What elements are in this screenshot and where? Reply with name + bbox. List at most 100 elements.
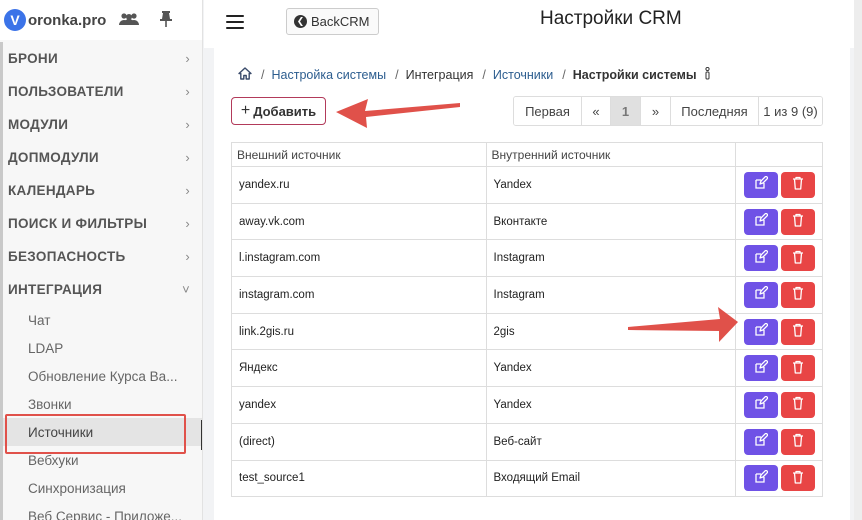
sidebar-sub-item[interactable]: Веб Сервис - Приложе... xyxy=(3,502,202,520)
table-row: test_source1 Входящий Email xyxy=(231,459,823,498)
table-row: (direct) Веб-сайт xyxy=(231,422,823,461)
breadcrumb-integration[interactable]: Интеграция xyxy=(406,68,474,82)
brand-logo: V xyxy=(4,9,26,31)
edit-icon xyxy=(754,175,769,193)
sidebar-section[interactable]: ПОИСК И ФИЛЬТРЫ › xyxy=(3,207,202,240)
delete-button[interactable] xyxy=(781,465,815,492)
edit-button[interactable] xyxy=(744,208,778,235)
edit-button[interactable] xyxy=(744,391,778,418)
delete-button[interactable] xyxy=(781,428,815,455)
delete-button[interactable] xyxy=(781,281,815,308)
table-row: away.vk.com Вконтакте xyxy=(231,202,823,241)
internal-source-cell: Веб-сайт xyxy=(485,422,737,461)
brand[interactable]: V oronka.pro xyxy=(0,0,202,40)
actions-cell xyxy=(735,386,823,424)
home-icon[interactable] xyxy=(238,67,252,83)
trash-icon xyxy=(791,176,805,193)
users-icon[interactable] xyxy=(118,12,140,29)
pin-icon[interactable] xyxy=(160,10,173,30)
delete-button[interactable] xyxy=(781,208,815,235)
chevron-icon: › xyxy=(185,84,190,99)
edit-button[interactable] xyxy=(744,465,778,492)
trash-icon xyxy=(791,433,805,450)
sidebar-section[interactable]: ДОПМОДУЛИ › xyxy=(3,141,202,174)
internal-source-cell: Instagram xyxy=(485,276,737,314)
delete-button[interactable] xyxy=(781,391,815,418)
edit-button[interactable] xyxy=(744,171,778,198)
actions-cell xyxy=(735,349,823,388)
table-header-row: Внешний источник Внутренний источник xyxy=(231,142,823,167)
sidebar-section[interactable]: БРОНИ › xyxy=(3,42,202,75)
page-last-button[interactable]: Последняя xyxy=(671,97,759,125)
sidebar-section[interactable]: ПОЛЬЗОВАТЕЛИ › xyxy=(3,75,202,108)
edit-icon xyxy=(754,359,769,377)
chevron-icon: › xyxy=(185,150,190,165)
table-row: yandex Yandex xyxy=(231,386,823,424)
sidebar-section[interactable]: МОДУЛИ › xyxy=(3,108,202,141)
page-next-button[interactable]: » xyxy=(641,97,671,125)
sidebar-section-label: БЕЗОПАСНОСТЬ xyxy=(8,249,126,264)
actions-cell xyxy=(735,166,823,204)
plus-icon: + xyxy=(240,102,251,119)
edit-icon xyxy=(754,395,769,413)
internal-source-cell: Instagram xyxy=(485,239,737,278)
sources-table: Внешний источник Внутренний источник yan… xyxy=(231,142,823,498)
sidebar-section-label: БРОНИ xyxy=(8,51,58,66)
sidebar-section-label: ПОЛЬЗОВАТЕЛИ xyxy=(8,84,124,99)
page-title: Настройки CRM xyxy=(540,8,682,29)
sidebar-sub-item[interactable]: Обновление Курса Ва... xyxy=(3,362,202,390)
internal-source-cell: Входящий Email xyxy=(485,459,737,498)
page-first-button[interactable]: Первая xyxy=(514,97,582,125)
breadcrumb-system-settings[interactable]: Настройка системы xyxy=(271,68,386,82)
edit-button[interactable] xyxy=(744,318,778,345)
edit-button[interactable] xyxy=(744,355,778,382)
edit-icon xyxy=(754,322,769,340)
topbar: ❮ BackCRM Настройки CRM xyxy=(204,0,862,48)
sidebar-sub-item[interactable]: Чат xyxy=(3,306,202,334)
sidebar-section-label: ИНТЕГРАЦИЯ xyxy=(8,282,103,297)
edit-icon xyxy=(754,285,769,303)
sidebar-section[interactable]: КАЛЕНДАРЬ › xyxy=(3,174,202,207)
table-row: Яндекс Yandex xyxy=(231,349,823,388)
col-internal-source: Внутренний источник xyxy=(485,142,737,167)
internal-source-cell: Вконтакте xyxy=(485,202,737,241)
delete-button[interactable] xyxy=(781,318,815,345)
sidebar-section[interactable]: ИНТЕГРАЦИЯ ˅ xyxy=(3,273,202,306)
sidebar-submenu-integration: Чат LDAP Обновление Курса Ва... Звонки Источ… xyxy=(0,306,202,520)
add-button[interactable]: + Добавить xyxy=(231,97,326,125)
external-source-cell: l.instagram.com xyxy=(231,239,487,278)
page-scrollbar[interactable] xyxy=(854,0,862,520)
sidebar-section-label: МОДУЛИ xyxy=(8,117,69,132)
delete-button[interactable] xyxy=(781,245,815,272)
sidebar-section-label: ПОИСК И ФИЛЬТРЫ xyxy=(8,216,148,231)
back-crm-button[interactable]: ❮ BackCRM xyxy=(286,8,379,35)
breadcrumb-current: Настройки системы xyxy=(572,68,697,82)
sidebar-sub-item[interactable]: Синхронизация xyxy=(3,474,202,502)
edit-icon xyxy=(754,469,769,487)
edit-button[interactable] xyxy=(744,281,778,308)
edit-button[interactable] xyxy=(744,245,778,272)
edit-button[interactable] xyxy=(744,428,778,455)
add-button-label: Добавить xyxy=(253,103,317,119)
trash-icon xyxy=(791,213,805,230)
trash-icon xyxy=(791,286,805,303)
edit-icon xyxy=(754,432,769,450)
actions-cell xyxy=(735,276,823,314)
menu-toggle-icon[interactable] xyxy=(226,15,244,29)
page-current[interactable]: 1 xyxy=(611,97,641,125)
info-icon[interactable] xyxy=(704,66,711,83)
breadcrumb-sources[interactable]: Источники xyxy=(493,68,553,82)
external-source-cell: (direct) xyxy=(231,422,487,461)
chevron-icon: › xyxy=(185,249,190,264)
actions-cell xyxy=(735,459,823,498)
page-info: 1 из 9 (9) xyxy=(759,97,822,125)
breadcrumb: / Настройка системы / Интеграция / Источ… xyxy=(238,66,711,83)
delete-button[interactable] xyxy=(781,355,815,382)
delete-button[interactable] xyxy=(781,171,815,198)
edit-icon xyxy=(754,249,769,267)
sidebar-sub-item[interactable]: LDAP xyxy=(3,334,202,362)
external-source-cell: test_source1 xyxy=(231,459,487,498)
internal-source-cell: 2gis xyxy=(485,312,737,351)
sidebar-section[interactable]: БЕЗОПАСНОСТЬ › xyxy=(3,240,202,273)
page-prev-button[interactable]: « xyxy=(582,97,611,125)
